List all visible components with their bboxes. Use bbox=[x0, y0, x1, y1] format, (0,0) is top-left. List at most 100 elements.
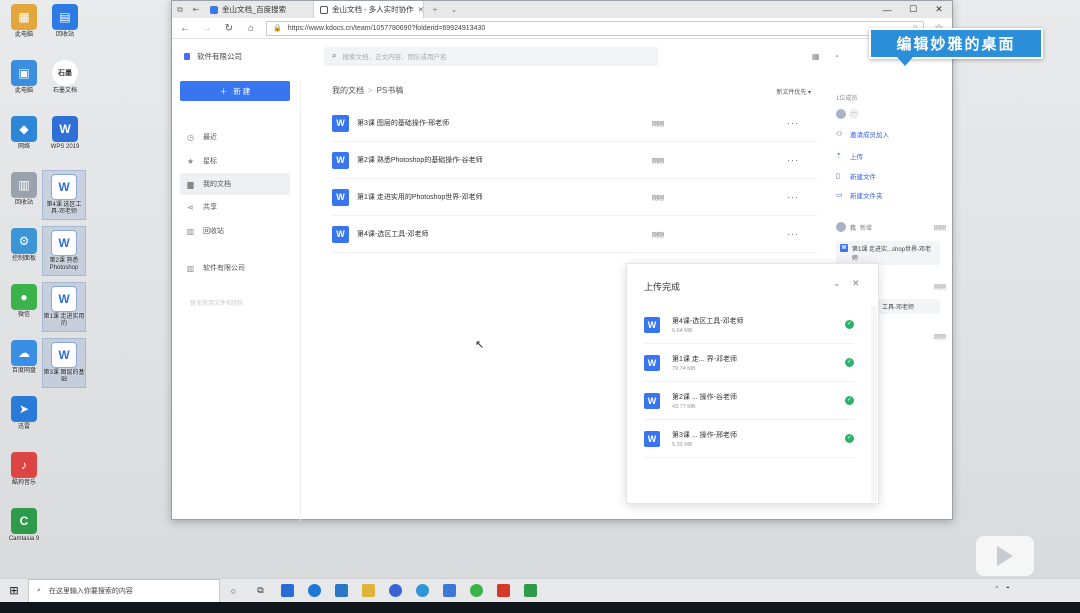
upload-scrollbar[interactable] bbox=[871, 306, 877, 502]
new-button[interactable]: ＋ 新 建 bbox=[180, 81, 290, 101]
maximize-icon[interactable]: ☐ bbox=[900, 1, 926, 18]
new-file-button[interactable]: ▯ 新建文件 bbox=[836, 171, 876, 181]
sidebar-divider bbox=[300, 81, 301, 521]
start-button[interactable]: ⊞ bbox=[0, 579, 28, 603]
apps-grid-icon[interactable]: ▦ bbox=[812, 52, 820, 61]
word-doc-icon: W bbox=[51, 230, 77, 256]
address-bar: ← → ↻ ⌂ 🔒 https://www.kdocs.cn/team/1057… bbox=[172, 18, 952, 39]
back-tabs-icon[interactable]: ⇤ bbox=[188, 1, 204, 18]
upload-item[interactable]: W 第2课 ... 操作-谷老师 43.77 MB ✓ bbox=[644, 382, 854, 420]
sidebar-item-my-docs[interactable]: ▆ 我的文档 bbox=[180, 173, 290, 195]
desktop-icon-xunlei[interactable]: ➤ 迅雷 bbox=[2, 396, 46, 431]
desktop-icon-wechat[interactable]: ● 微信 bbox=[2, 284, 46, 319]
desktop-icon-control-panel[interactable]: ⚙ 控制面板 bbox=[2, 228, 46, 263]
more-icon[interactable]: ··· bbox=[787, 118, 799, 128]
desktop-icon-music[interactable]: ♪ 酷狗音乐 bbox=[2, 452, 46, 487]
new-button-label: 新 建 bbox=[233, 86, 251, 96]
upload-item-size: 6.64 MB bbox=[672, 327, 693, 334]
folder-icon: ▆ bbox=[187, 179, 194, 189]
sidebar-item-shared[interactable]: ⋖ 共享 bbox=[180, 196, 290, 218]
upload-item[interactable]: W 第4课-选区工具-邓老师 6.64 MB ✓ bbox=[644, 306, 854, 344]
file-row[interactable]: W 第4课-选区工具-邓老师 刚刚 ··· bbox=[332, 216, 817, 253]
close-window-icon[interactable]: ✕ bbox=[926, 1, 952, 18]
star-icon: ★ bbox=[186, 156, 195, 166]
desktop-icon-camtasia[interactable]: C Camtasia 9 bbox=[2, 508, 46, 543]
sidebar-item-trash[interactable]: ▥ 回收站 bbox=[180, 220, 290, 242]
sidebar-item-company[interactable]: ▥ 软件有限公司 bbox=[180, 257, 290, 279]
file-row[interactable]: W 第1课 走进实用的Photoshop世界-邓老师 刚刚 ··· bbox=[332, 179, 817, 216]
baidu-icon[interactable] bbox=[382, 579, 409, 603]
sidebar-item-recent[interactable]: ◷ 最近 bbox=[180, 126, 290, 148]
tab-list-icon[interactable]: ⌄ bbox=[446, 1, 462, 18]
cortana-icon[interactable]: ○ bbox=[220, 579, 247, 603]
camtasia-icon[interactable] bbox=[517, 579, 544, 603]
upload-item[interactable]: W 第1课 走... 界-邓老师 79.74 MB ✓ bbox=[644, 344, 854, 382]
avatar[interactable] bbox=[836, 109, 846, 119]
upload-button[interactable]: ⇡ 上传 bbox=[836, 151, 863, 161]
company-switcher[interactable]: 软件有限公司 bbox=[184, 51, 324, 62]
edge-icon[interactable] bbox=[301, 579, 328, 603]
computer-icon: ▣ bbox=[11, 60, 37, 86]
check-icon: ✓ bbox=[845, 358, 854, 367]
tab-kdocs[interactable]: 金山文档 - 多人实时协作 ✕ bbox=[314, 1, 424, 18]
desktop-file-lesson1[interactable]: W 第1课 走进实用的 bbox=[42, 282, 86, 332]
desktop-icon-baidu-pan[interactable]: ☁ 百度网盘 bbox=[2, 340, 46, 375]
desktop-icon-wps[interactable]: W WPS 2019 bbox=[43, 116, 87, 151]
file-row[interactable]: W 第2课 熟悉Photoshop的基础操作-谷老师 刚刚 ··· bbox=[332, 142, 817, 179]
desktop-file-lesson2[interactable]: W 第2课 熟悉Photoshop bbox=[42, 226, 86, 276]
minimize-icon[interactable]: — bbox=[874, 1, 900, 18]
more-icon[interactable]: ··· bbox=[787, 155, 799, 165]
desktop-icon-shimo[interactable]: 石墨 石墨文档 bbox=[43, 60, 87, 95]
store-icon[interactable] bbox=[274, 579, 301, 603]
taskbar-search-input[interactable]: ⌕ 在这里输入你要搜索的内容 bbox=[28, 578, 220, 603]
home-icon[interactable]: ⌂ bbox=[244, 23, 258, 34]
file-explorer-icon[interactable] bbox=[355, 579, 382, 603]
url-field[interactable]: 🔒 https://www.kdocs.cn/team/1057780690?f… bbox=[266, 20, 924, 36]
desktop-icon-recycle[interactable]: ▥ 回收站 bbox=[2, 172, 46, 207]
desktop-file-lesson4[interactable]: W 第4课 选区工具-邓老师 bbox=[42, 170, 86, 220]
search-icon: ⌕ bbox=[37, 586, 41, 594]
desktop-file-lesson3[interactable]: W 第3课 图层的基础 bbox=[42, 338, 86, 388]
tool-icon[interactable] bbox=[436, 579, 463, 603]
log-action: 新增 bbox=[860, 225, 873, 232]
more-icon[interactable]: ··· bbox=[787, 229, 799, 239]
network-icon[interactable]: ◓ bbox=[1006, 585, 1010, 593]
sort-dropdown[interactable]: 新文件优先 ▾ bbox=[776, 87, 811, 96]
new-folder-button[interactable]: ▭ 新建文件夹 bbox=[836, 190, 883, 200]
file-row[interactable]: W 第3课 图层的基础操作-邢老师 刚刚 ··· bbox=[332, 105, 817, 142]
share-icon: ⋖ bbox=[187, 202, 194, 212]
tray-up-icon[interactable]: ⌃ bbox=[994, 585, 1000, 593]
close-icon[interactable]: ✕ bbox=[852, 278, 860, 289]
pdf-icon[interactable] bbox=[490, 579, 517, 603]
breadcrumb-my-docs[interactable]: 我的文档 bbox=[332, 86, 364, 95]
mail-icon[interactable] bbox=[328, 579, 355, 603]
grid-icon: ▤ bbox=[52, 4, 78, 30]
tab-baidu[interactable]: 金山文档_百度搜索 bbox=[204, 1, 314, 18]
task-view-icon[interactable]: ⧉ bbox=[247, 579, 274, 603]
upload-item[interactable]: W 第3课 ... 操作-邢老师 5.39 MB ✓ bbox=[644, 420, 854, 458]
sidebar-item-starred[interactable]: ★ 星标 bbox=[180, 150, 290, 172]
sidebar-item-label: 最近 bbox=[203, 134, 217, 141]
more-members-icon[interactable]: ··· bbox=[849, 109, 859, 119]
video-play-icon[interactable] bbox=[976, 536, 1034, 576]
desktop-icon-network[interactable]: ◆ 网络 bbox=[2, 116, 46, 151]
desktop-icon-recycle-2[interactable]: ▤ 回收站 bbox=[43, 4, 87, 39]
wechat-icon[interactable] bbox=[463, 579, 490, 603]
invite-member-button[interactable]: ⚇ 邀请成员加入 bbox=[836, 129, 889, 139]
new-tab-icon[interactable]: + bbox=[424, 1, 446, 18]
message-icon[interactable]: ◔ bbox=[834, 52, 839, 61]
back-icon[interactable]: ← bbox=[178, 23, 192, 34]
more-icon[interactable]: ··· bbox=[787, 192, 799, 202]
forward-icon[interactable]: → bbox=[200, 23, 214, 34]
collapse-icon[interactable]: ⌄ bbox=[833, 278, 841, 289]
activity-file-card[interactable]: W 第1课 走进实...shop世界-邓老师 bbox=[836, 241, 940, 265]
refresh-icon[interactable]: ↻ bbox=[222, 23, 236, 34]
tab-actions-icon[interactable]: ⧉ bbox=[172, 1, 188, 18]
desktop-icon-this-pc[interactable]: ▦ 此电脑 bbox=[2, 4, 46, 39]
search-input[interactable]: ⌕ 搜索文档、正文内容、团队或用户名 bbox=[324, 46, 658, 66]
sidebar-item-label: 星标 bbox=[203, 158, 217, 165]
log-time: 刚刚 bbox=[933, 285, 946, 291]
desktop-icon-pc[interactable]: ▣ 此电脑 bbox=[2, 60, 46, 95]
telegram-icon[interactable] bbox=[409, 579, 436, 603]
word-doc-icon: W bbox=[644, 354, 660, 371]
